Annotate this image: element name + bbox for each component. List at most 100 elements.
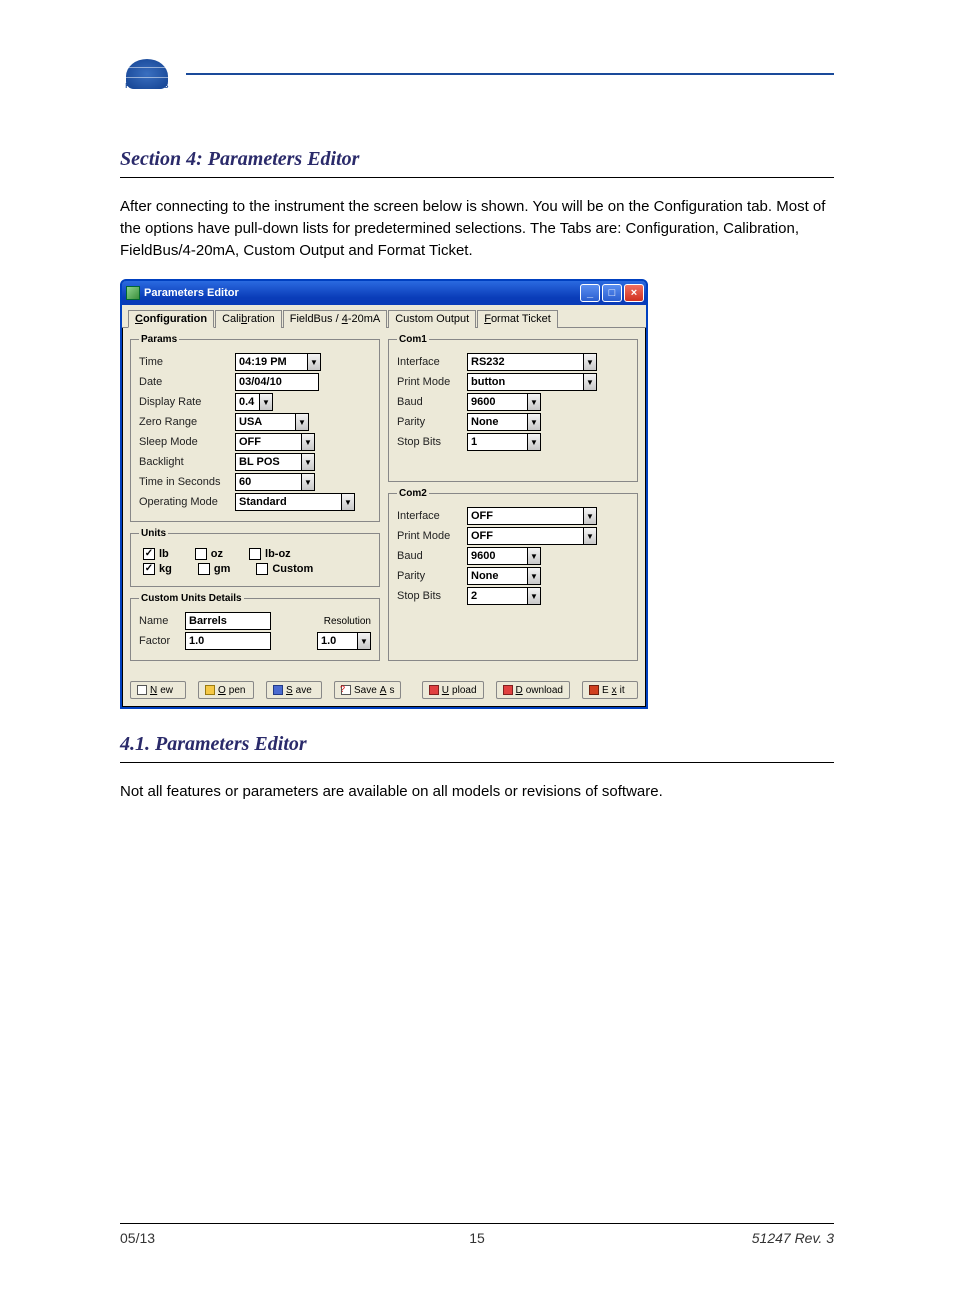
tab-custom-output[interactable]: Custom Output xyxy=(388,310,476,328)
chevron-down-icon[interactable]: ▼ xyxy=(301,473,315,491)
chevron-down-icon[interactable]: ▼ xyxy=(527,433,541,451)
com1-printmode-label: Print Mode xyxy=(397,376,467,388)
tab-configuration[interactable]: Configuration xyxy=(128,310,214,328)
unit-kg-checkbox[interactable]: ✓kg xyxy=(143,563,172,575)
com1-baud-combo[interactable]: ▼ xyxy=(467,393,541,411)
com2-baud-label: Baud xyxy=(397,550,467,562)
zero-range-input[interactable] xyxy=(235,413,295,431)
com1-stopbits-input[interactable] xyxy=(467,433,527,451)
com2-group: Com2 Interface ▼ Print Mode ▼ Baud ▼ Par… xyxy=(388,488,638,661)
com1-interface-input[interactable] xyxy=(467,353,583,371)
operating-mode-input[interactable] xyxy=(235,493,341,511)
section-rule xyxy=(120,177,834,178)
chevron-down-icon[interactable]: ▼ xyxy=(357,632,371,650)
tab-calibration[interactable]: Calibration xyxy=(215,310,282,328)
com2-stopbits-label: Stop Bits xyxy=(397,590,467,602)
com2-parity-input[interactable] xyxy=(467,567,527,585)
tab-fieldbus[interactable]: FieldBus / 4-20mA xyxy=(283,310,388,328)
custom-name-input[interactable] xyxy=(185,612,271,630)
com1-printmode-input[interactable] xyxy=(467,373,583,391)
chevron-down-icon[interactable]: ▼ xyxy=(583,353,597,371)
exit-button[interactable]: Exit xyxy=(582,681,638,699)
units-group: Units ✓lb oz lb-oz ✓kg gm Custom xyxy=(130,528,380,587)
chevron-down-icon[interactable]: ▼ xyxy=(341,493,355,511)
maximize-button[interactable]: □ xyxy=(602,284,622,302)
unit-gm-checkbox[interactable]: gm xyxy=(198,563,231,575)
com2-interface-input[interactable] xyxy=(467,507,583,525)
com2-parity-combo[interactable]: ▼ xyxy=(467,567,541,585)
footer-rule xyxy=(120,1223,834,1224)
display-rate-input[interactable] xyxy=(235,393,259,411)
footer-center: 15 xyxy=(358,1230,596,1246)
display-rate-label: Display Rate xyxy=(139,396,235,408)
new-button[interactable]: New xyxy=(130,681,186,699)
chevron-down-icon[interactable]: ▼ xyxy=(583,507,597,525)
custom-units-group: Custom Units Details Name Resolution Fac… xyxy=(130,593,380,661)
com1-stopbits-label: Stop Bits xyxy=(397,436,467,448)
unit-custom-checkbox[interactable]: Custom xyxy=(256,563,313,575)
resolution-combo[interactable]: ▼ xyxy=(317,632,371,650)
chevron-down-icon[interactable]: ▼ xyxy=(527,567,541,585)
sleep-mode-input[interactable] xyxy=(235,433,301,451)
com1-interface-combo[interactable]: ▼ xyxy=(467,353,597,371)
com1-parity-combo[interactable]: ▼ xyxy=(467,413,541,431)
tab-format-ticket[interactable]: Format Ticket xyxy=(477,310,558,328)
save-as-icon xyxy=(341,685,351,695)
chevron-down-icon[interactable]: ▼ xyxy=(301,433,315,451)
com2-baud-combo[interactable]: ▼ xyxy=(467,547,541,565)
com1-baud-input[interactable] xyxy=(467,393,527,411)
chevron-down-icon[interactable]: ▼ xyxy=(583,373,597,391)
chevron-down-icon[interactable]: ▼ xyxy=(301,453,315,471)
save-as-button[interactable]: Save As xyxy=(334,681,401,699)
operating-mode-combo[interactable]: ▼ xyxy=(235,493,355,511)
save-button[interactable]: Save xyxy=(266,681,322,699)
com2-printmode-input[interactable] xyxy=(467,527,583,545)
download-button[interactable]: Download xyxy=(496,681,571,699)
com2-interface-combo[interactable]: ▼ xyxy=(467,507,597,525)
close-button[interactable]: × xyxy=(624,284,644,302)
com1-printmode-combo[interactable]: ▼ xyxy=(467,373,597,391)
display-rate-combo[interactable]: ▼ xyxy=(235,393,273,411)
upload-button[interactable]: Upload xyxy=(422,681,484,699)
chevron-down-icon[interactable]: ▼ xyxy=(527,413,541,431)
com2-parity-label: Parity xyxy=(397,570,467,582)
unit-oz-checkbox[interactable]: oz xyxy=(195,548,223,560)
chevron-down-icon[interactable]: ▼ xyxy=(527,547,541,565)
operating-mode-label: Operating Mode xyxy=(139,496,235,508)
com1-stopbits-combo[interactable]: ▼ xyxy=(467,433,541,451)
subsection-title: 4.1. Parameters Editor xyxy=(120,733,834,756)
titlebar[interactable]: Parameters Editor _ □ × xyxy=(122,281,646,305)
minimize-button[interactable]: _ xyxy=(580,284,600,302)
subsection-rule xyxy=(120,762,834,763)
chevron-down-icon[interactable]: ▼ xyxy=(259,393,273,411)
time-seconds-input[interactable] xyxy=(235,473,301,491)
resolution-input[interactable] xyxy=(317,632,357,650)
tab-strip: Configuration Calibration FieldBus / 4-2… xyxy=(122,305,646,328)
com2-baud-input[interactable] xyxy=(467,547,527,565)
com1-parity-input[interactable] xyxy=(467,413,527,431)
com2-printmode-combo[interactable]: ▼ xyxy=(467,527,597,545)
unit-lboz-checkbox[interactable]: lb-oz xyxy=(249,548,291,560)
com2-stopbits-combo[interactable]: ▼ xyxy=(467,587,541,605)
footer-left: 05/13 xyxy=(120,1230,358,1246)
com2-stopbits-input[interactable] xyxy=(467,587,527,605)
unit-lb-checkbox[interactable]: ✓lb xyxy=(143,548,169,560)
zero-range-combo[interactable]: ▼ xyxy=(235,413,309,431)
chevron-down-icon[interactable]: ▼ xyxy=(527,587,541,605)
date-input[interactable] xyxy=(235,373,319,391)
page-footer: 05/13 15 51247 Rev. 3 xyxy=(120,1230,834,1246)
chevron-down-icon[interactable]: ▼ xyxy=(527,393,541,411)
open-button[interactable]: Open xyxy=(198,681,254,699)
chevron-down-icon[interactable]: ▼ xyxy=(307,353,321,371)
backlight-combo[interactable]: ▼ xyxy=(235,453,315,471)
custom-factor-input[interactable] xyxy=(185,632,271,650)
date-label: Date xyxy=(139,376,235,388)
backlight-input[interactable] xyxy=(235,453,301,471)
com2-interface-label: Interface xyxy=(397,510,467,522)
chevron-down-icon[interactable]: ▼ xyxy=(583,527,597,545)
time-input[interactable] xyxy=(235,353,307,371)
sleep-mode-combo[interactable]: ▼ xyxy=(235,433,315,451)
chevron-down-icon[interactable]: ▼ xyxy=(295,413,309,431)
time-combo[interactable]: ▼ xyxy=(235,353,321,371)
time-seconds-combo[interactable]: ▼ xyxy=(235,473,315,491)
